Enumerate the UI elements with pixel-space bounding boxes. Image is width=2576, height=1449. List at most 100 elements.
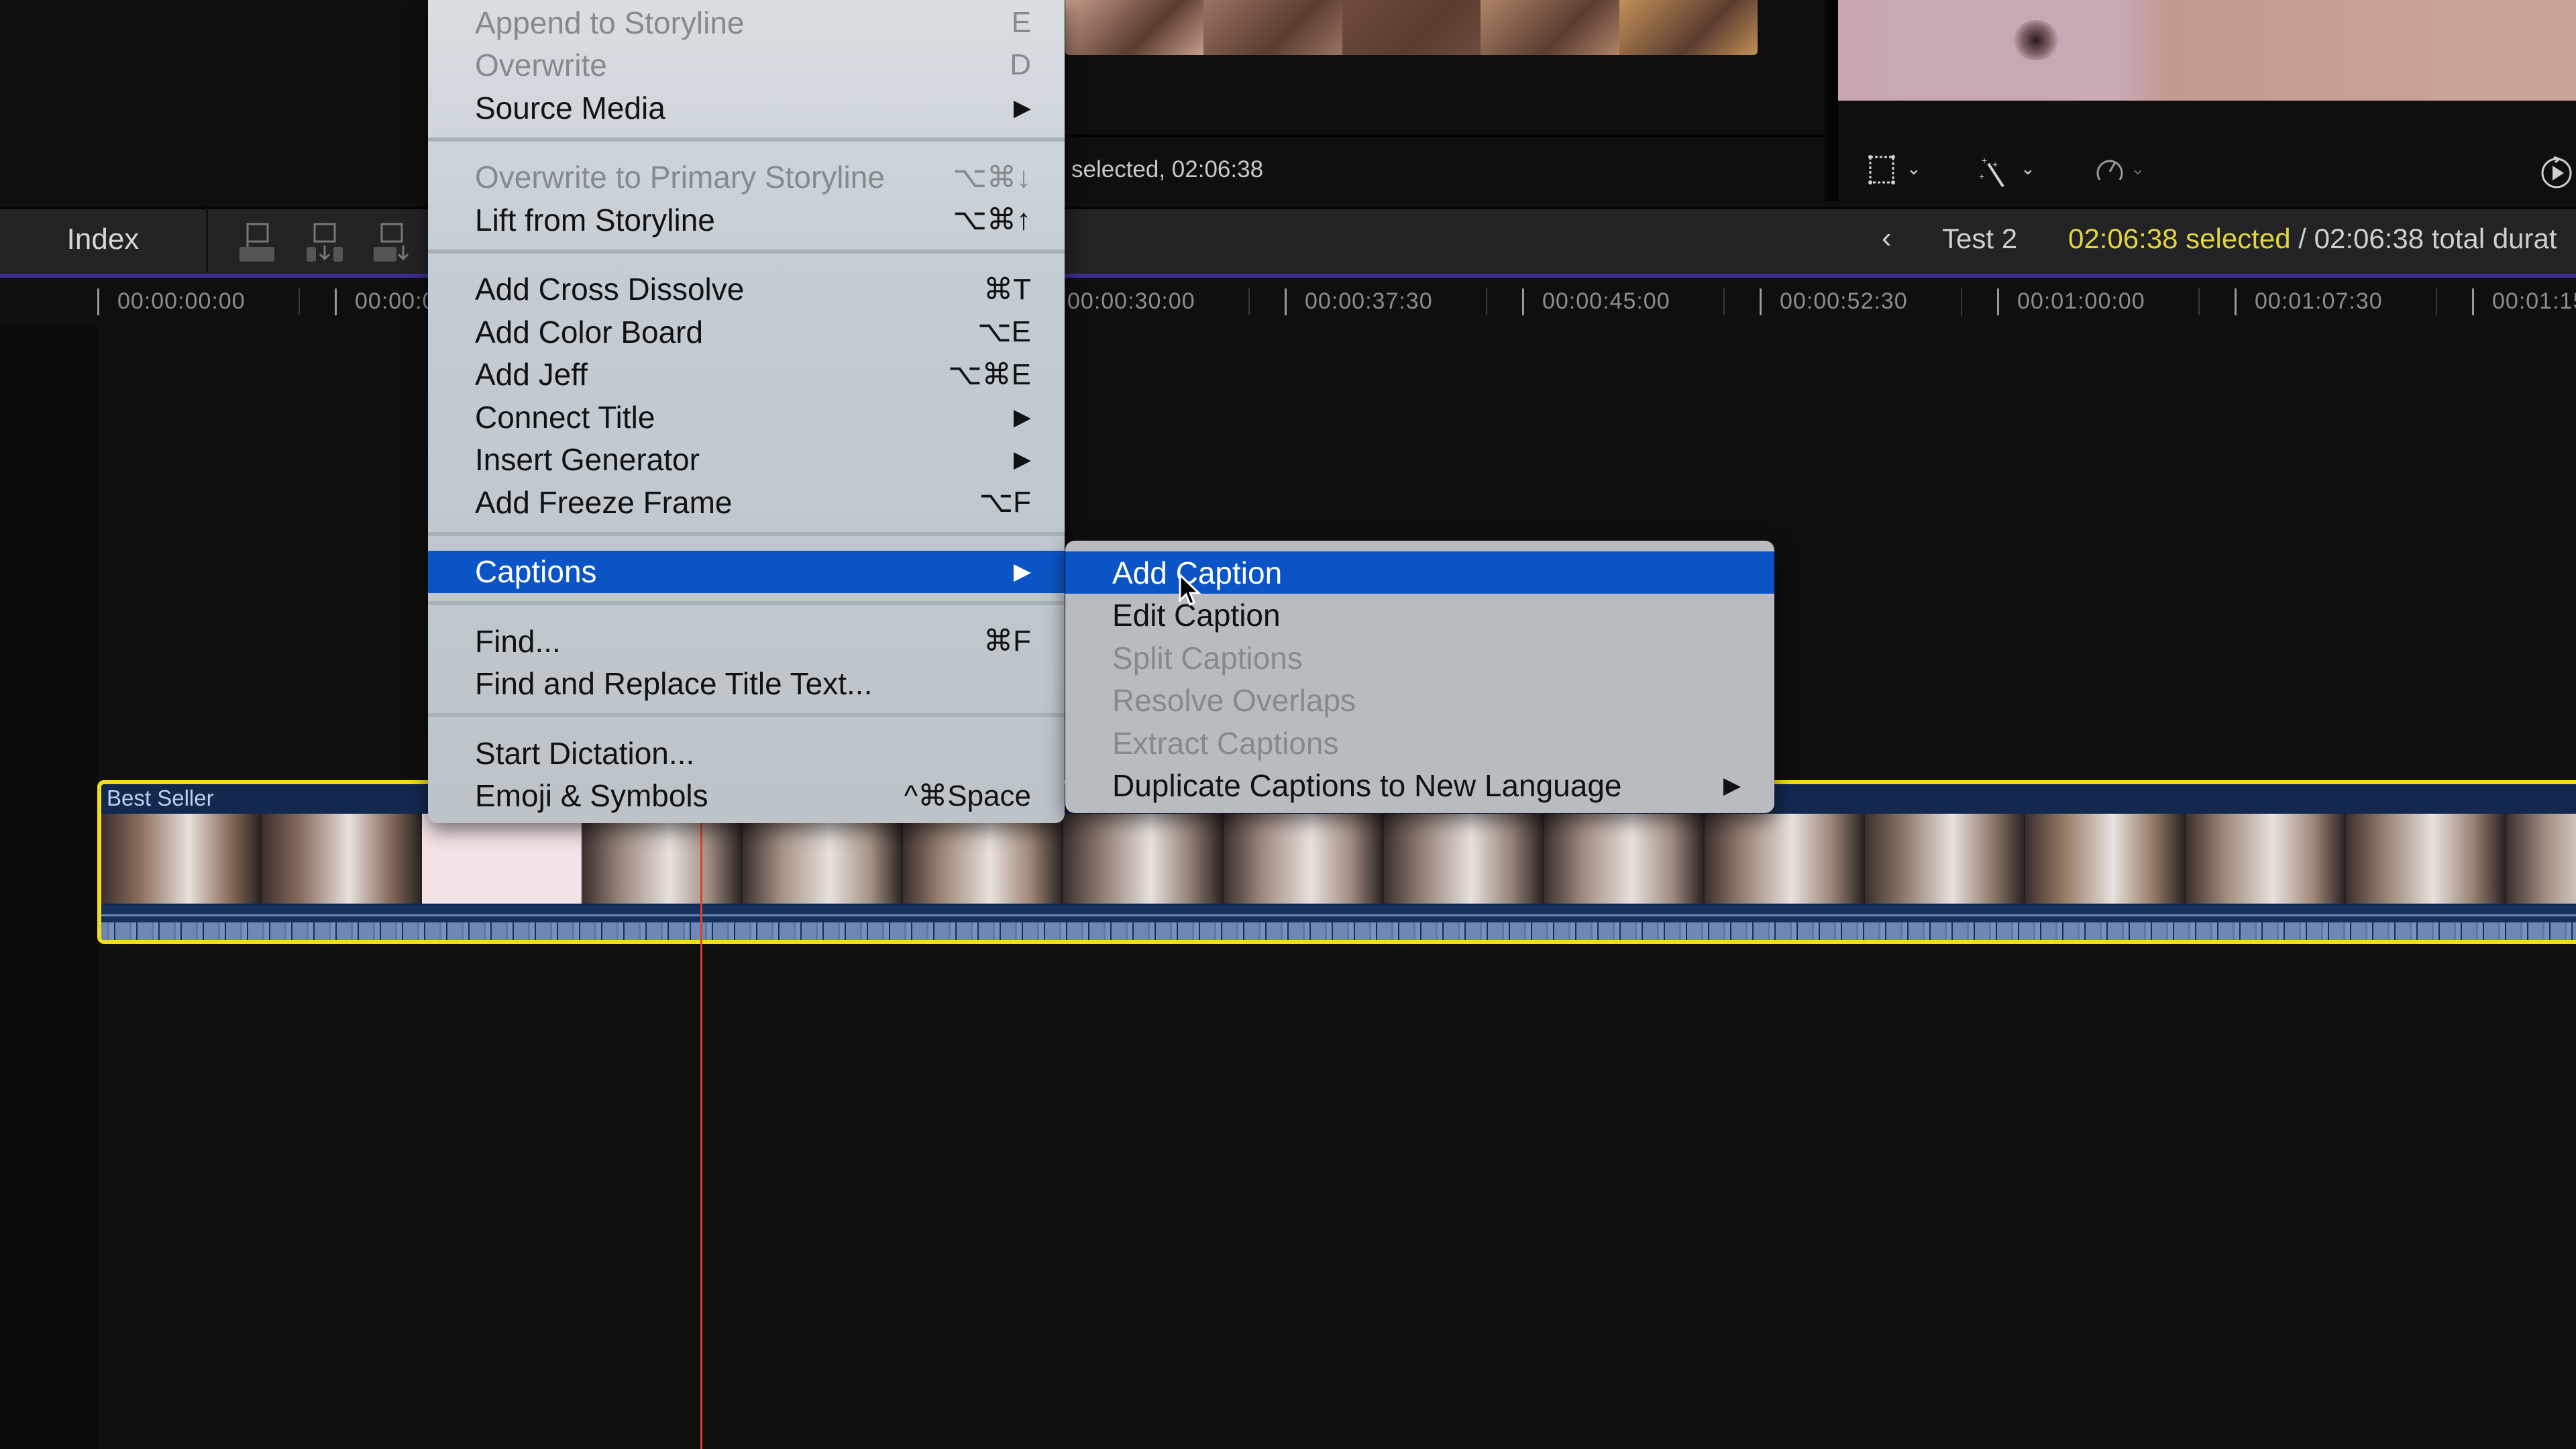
clip-thumbnail — [1544, 814, 1705, 904]
clip-title: Best Seller — [107, 786, 214, 810]
menu-item-shortcut: ⌥⌘↓ — [953, 160, 1031, 194]
timeline-index-button[interactable]: Index — [0, 207, 208, 272]
browser-thumbnail — [1342, 0, 1481, 55]
insert-clip-icon[interactable] — [305, 221, 345, 262]
menu-item-label: Add Freeze Frame — [475, 484, 733, 520]
menu-item-label: Extract Captions — [1112, 725, 1339, 761]
submenu-item-split-captions: Split Captions — [1065, 637, 1774, 679]
browser-thumbnail — [1065, 0, 1204, 55]
connect-clip-icon[interactable] — [238, 221, 278, 262]
ruler-major-tick — [1997, 288, 1999, 315]
ruler-major-tick — [1285, 288, 1287, 315]
ruler-major-tick — [2472, 288, 2474, 315]
ruler-major-tick — [1760, 288, 1762, 315]
ruler-minor-tick — [1486, 288, 1487, 315]
menu-item-source-media[interactable]: Source Media ▶ — [428, 87, 1065, 129]
submenu-arrow-icon: ▶ — [1013, 95, 1031, 121]
clip-filmstrip — [101, 814, 2576, 904]
menu-item-shortcut: E — [1011, 5, 1031, 39]
menu-item-label: Append to Storyline — [475, 5, 745, 40]
ruler-minor-tick — [2436, 288, 2437, 315]
menu-item-label: Duplicate Captions to New Language — [1112, 768, 1622, 803]
volume-line[interactable] — [101, 914, 2576, 916]
ruler-major-tick — [335, 288, 337, 315]
ruler-label: 00:00:52:30 — [1780, 288, 1908, 314]
menu-item-label: Resolve Overlaps — [1112, 683, 1356, 718]
svg-text:+: + — [1982, 155, 1987, 166]
transform-menu-chevron-icon[interactable]: ⌄ — [1907, 158, 1921, 179]
ruler-major-tick — [97, 288, 99, 315]
menu-item-label: Split Captions — [1112, 640, 1303, 676]
ruler-minor-tick — [1961, 288, 1962, 315]
menu-item-label: Captions — [475, 554, 597, 589]
menu-item-start-dictation[interactable]: Start Dictation... — [428, 732, 1065, 774]
selected-duration: 02:06:38 selected — [2068, 223, 2291, 254]
menu-item-lift-from-storyline[interactable]: Lift from Storyline ⌥⌘↑ — [428, 199, 1065, 241]
menu-item-add-color-board[interactable]: Add Color Board ⌥E — [428, 311, 1065, 353]
menu-item-shortcut: D — [1010, 48, 1031, 81]
menu-item-find-and-replace-title-text[interactable]: Find and Replace Title Text... — [428, 663, 1065, 705]
menu-item-label: Add Color Board — [475, 314, 704, 350]
ruler-minor-tick — [1723, 288, 1725, 315]
clip-thumbnail — [1705, 814, 1865, 904]
clip-thumbnail — [262, 814, 422, 904]
ruler-label: 00:00:00:00 — [117, 288, 246, 314]
submenu-item-extract-captions: Extract Captions — [1065, 722, 1774, 764]
duration-readout: 02:06:38 selected / 02:06:38 total durat — [2068, 223, 2557, 255]
submenu-item-edit-caption[interactable]: Edit Caption — [1065, 594, 1774, 637]
submenu-arrow-icon: ▶ — [1723, 773, 1741, 798]
retime-menu-chevron-icon[interactable]: ⌄ — [2131, 158, 2145, 179]
clip-thumbnail — [903, 814, 1063, 904]
clip-thumbnail — [1224, 814, 1384, 904]
play-around-icon[interactable] — [2539, 153, 2574, 197]
menu-item-captions[interactable]: Captions ▶ — [428, 550, 1065, 593]
timeline-back-button[interactable]: ‹ — [1882, 221, 1892, 255]
menu-item-shortcut: ⌥F — [979, 486, 1031, 519]
menu-item-insert-generator[interactable]: Insert Generator ▶ — [428, 439, 1065, 481]
magic-wand-icon[interactable]: + + + — [1979, 153, 2012, 195]
menu-item-add-jeff[interactable]: Add Jeff ⌥⌘E — [428, 354, 1065, 396]
timeline-gutter — [0, 326, 97, 1449]
viewer-image-detail — [2012, 20, 2059, 60]
menu-item-label: Insert Generator — [475, 442, 700, 477]
browser-filmstrip[interactable] — [1065, 0, 1758, 55]
menu-item-label: Source Media — [475, 90, 665, 125]
submenu-item-add-caption[interactable]: Add Caption — [1065, 551, 1774, 594]
menu-item-shortcut: ⌘T — [983, 272, 1031, 306]
menu-separator — [428, 249, 1065, 254]
viewer-frame[interactable] — [1838, 0, 2576, 101]
speedometer-icon[interactable] — [2093, 153, 2127, 193]
clip-thumbnail — [2346, 814, 2506, 904]
append-clip-icon[interactable] — [372, 221, 413, 262]
menu-item-shortcut: ⌥⌘↑ — [953, 203, 1031, 236]
submenu-arrow-icon: ▶ — [1013, 404, 1031, 430]
transform-icon[interactable] — [1865, 153, 1898, 193]
clip-thumbnail — [1063, 814, 1224, 904]
menu-item-emoji-symbols[interactable]: Emoji & Symbols ^⌘Space — [428, 775, 1065, 817]
menu-item-connect-title[interactable]: Connect Title ▶ — [428, 396, 1065, 438]
menu-item-label: Find and Replace Title Text... — [475, 666, 873, 701]
menu-item-label: Emoji & Symbols — [475, 778, 708, 813]
context-menu: Append to Storyline E Overwrite D Source Med… — [428, 0, 1065, 823]
menu-item-shortcut: ⌘F — [983, 625, 1031, 657]
menu-separator — [428, 531, 1065, 536]
menu-item-overwrite: Overwrite D — [428, 44, 1065, 87]
playhead[interactable] — [700, 780, 702, 1449]
panel-divider[interactable] — [1825, 0, 1838, 201]
timeline-ruler[interactable]: 00:00:00:0000:00:07:3000:00:15:0000:00:2… — [0, 279, 2576, 326]
ruler-label: 00:00:45:00 — [1542, 288, 1670, 314]
submenu-item-duplicate-captions-to-new-language[interactable]: Duplicate Captions to New Language ▶ — [1065, 765, 1774, 807]
timeline-accent-line — [0, 274, 2576, 279]
menu-item-label: Add Caption — [1112, 555, 1283, 590]
menu-item-label: Add Cross Dissolve — [475, 272, 745, 307]
menu-item-find[interactable]: Find... ⌘F — [428, 620, 1065, 662]
menu-item-add-cross-dissolve[interactable]: Add Cross Dissolve ⌘T — [428, 268, 1065, 311]
captions-submenu: Add Caption Edit Caption Split Captions Res… — [1065, 541, 1774, 813]
menu-item-shortcut: ⌥E — [977, 315, 1031, 348]
menu-item-label: Add Jeff — [475, 357, 588, 392]
menu-item-label: Overwrite to Primary Storyline — [475, 160, 885, 195]
menu-item-label: Start Dictation... — [475, 735, 695, 771]
enhance-menu-chevron-icon[interactable]: ⌄ — [2021, 158, 2035, 179]
menu-item-add-freeze-frame[interactable]: Add Freeze Frame ⌥F — [428, 481, 1065, 523]
ruler-label: 00:01:15:00 — [2492, 288, 2576, 314]
